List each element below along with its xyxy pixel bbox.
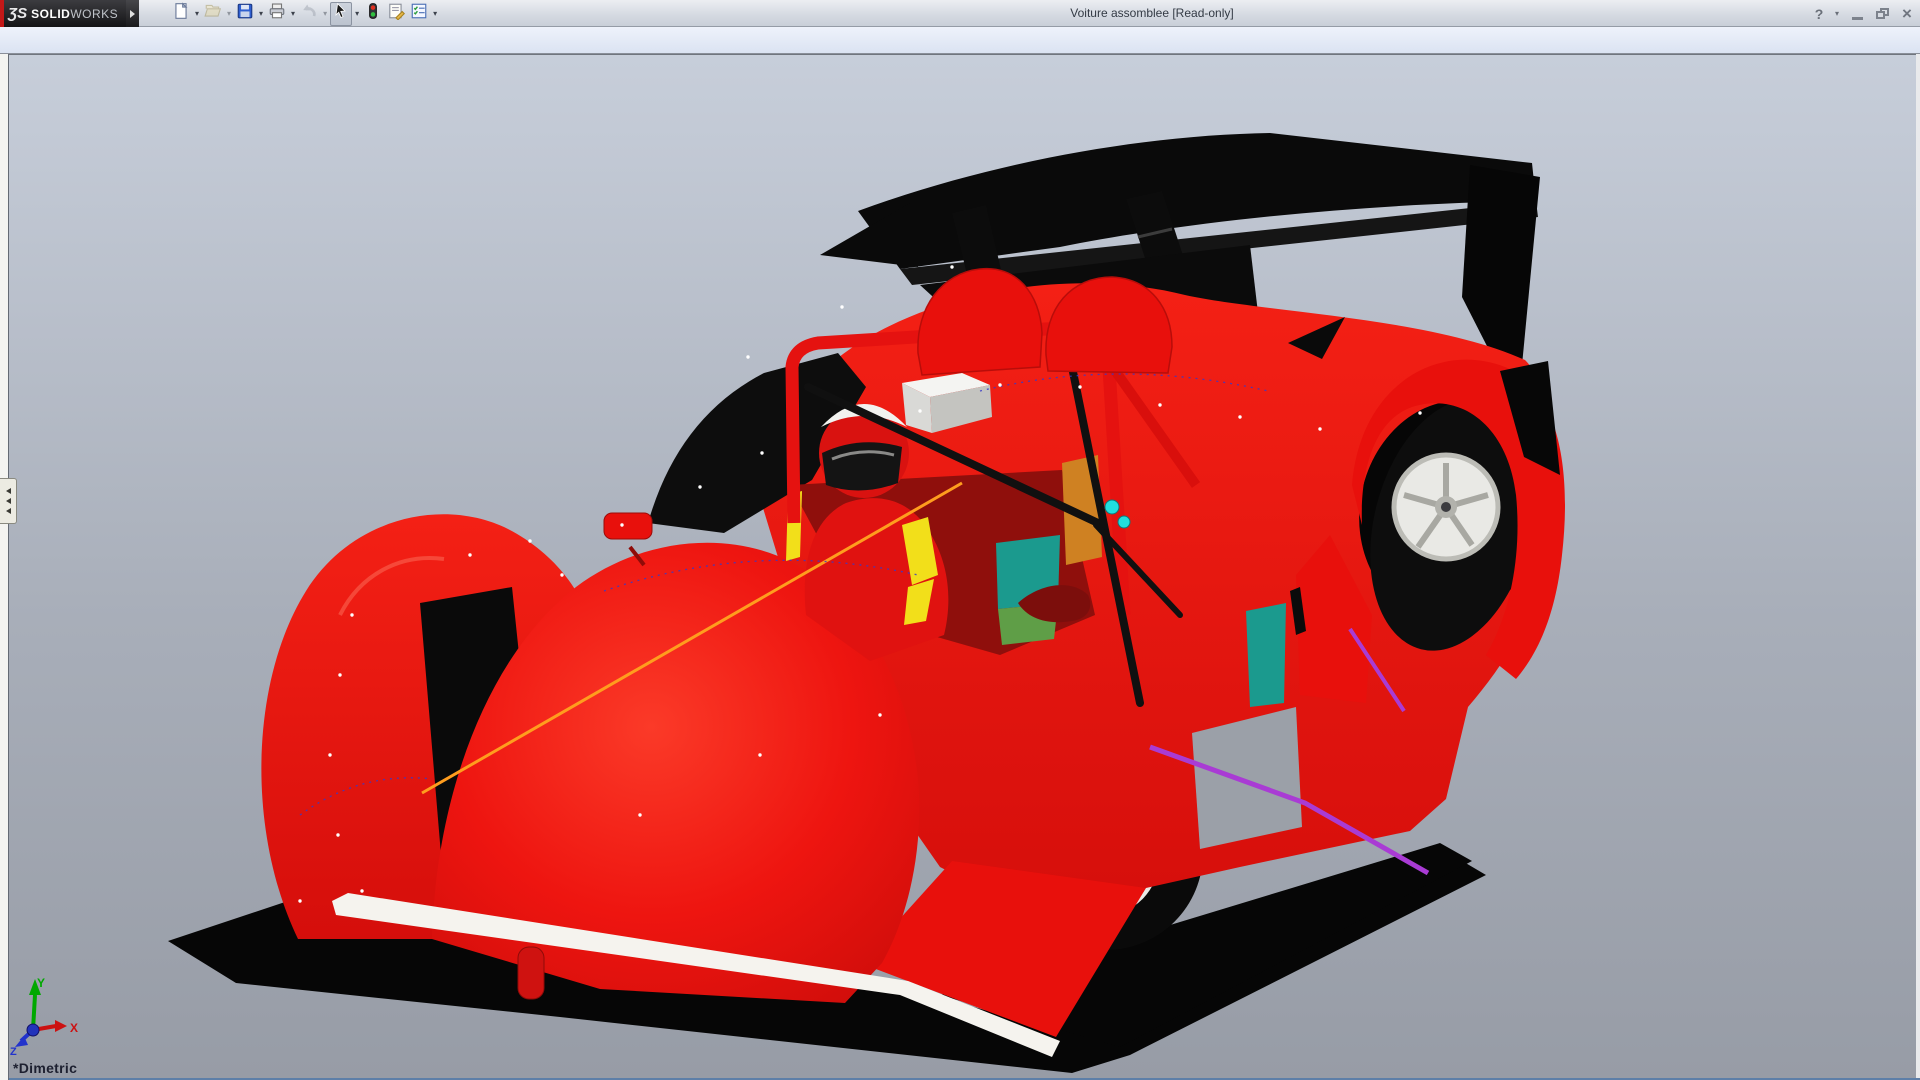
- undo-icon: [300, 2, 318, 25]
- graphics-area[interactable]: Y X Z: [0, 54, 1920, 1080]
- reference-triad: Y X Z: [10, 976, 78, 1058]
- print-icon: [268, 2, 286, 25]
- file-properties-icon: [387, 2, 405, 25]
- open-icon: [204, 2, 222, 25]
- right-window-border: [1916, 54, 1920, 1080]
- minimize-button[interactable]: [1848, 4, 1866, 24]
- view-orientation-label: *Dimetric: [13, 1060, 77, 1076]
- solidworks-logo-text-light: WORKS: [70, 7, 118, 21]
- menu-flyout-arrow-icon[interactable]: [126, 0, 139, 27]
- triad-z-label: Z: [10, 1046, 17, 1058]
- mirror-lens: [1105, 500, 1119, 514]
- open-button[interactable]: [202, 2, 224, 26]
- 3d-scene[interactable]: Y X Z: [0, 55, 1920, 1080]
- file-properties-button[interactable]: [385, 2, 407, 26]
- toolbar-row: ▾▾▾▾▾: [0, 27, 1920, 54]
- new-document-button[interactable]: [170, 2, 192, 26]
- window-controls: ? ▾ ×: [1812, 0, 1916, 27]
- new-document-icon: [172, 2, 190, 25]
- solidworks-logo-mark: ƷS: [8, 5, 27, 22]
- rebuild-icon: [364, 2, 382, 25]
- save-dropdown-icon[interactable]: ▾: [257, 2, 265, 26]
- tow-hook: [518, 947, 544, 999]
- logo-red-strip: [0, 0, 4, 27]
- left-window-border: [0, 54, 9, 1080]
- help-icon[interactable]: ?: [1812, 4, 1826, 24]
- save-button[interactable]: [234, 2, 256, 26]
- restore-button[interactable]: [1873, 4, 1891, 24]
- select-dropdown-icon[interactable]: ▾: [353, 2, 361, 26]
- help-dropdown-icon[interactable]: ▾: [1833, 4, 1841, 24]
- feature-pane-collapse-tab[interactable]: [0, 478, 17, 524]
- open-dropdown-icon[interactable]: ▾: [225, 2, 233, 26]
- solidworks-window: ƷS SOLID WORKS ▾▾▾▾▾▾▾ Voiture assomblee…: [0, 0, 1920, 1080]
- undo-button[interactable]: [298, 2, 320, 26]
- print-button[interactable]: [266, 2, 288, 26]
- options-dropdown-icon[interactable]: ▾: [431, 2, 439, 26]
- print-dropdown-icon[interactable]: ▾: [289, 2, 297, 26]
- triad-y-label: Y: [37, 976, 45, 990]
- window-title: Voiture assomblee [Read-only]: [1070, 0, 1233, 26]
- standard-toolbar: ▾ ▾ ▾ ▾ ▾ ▾ ▾: [170, 0, 439, 27]
- race-car-model[interactable]: [168, 133, 1565, 1073]
- close-button[interactable]: ×: [1898, 4, 1916, 24]
- solidworks-logo-text-bold: SOLID: [31, 7, 70, 21]
- undo-dropdown-icon[interactable]: ▾: [321, 2, 329, 26]
- options-button[interactable]: [408, 2, 430, 26]
- helmet-visor: [822, 442, 902, 490]
- options-icon: [410, 2, 428, 25]
- rebuild-button[interactable]: [362, 2, 384, 26]
- new-document-dropdown-icon[interactable]: ▾: [193, 2, 201, 26]
- save-icon: [236, 2, 254, 25]
- select-button[interactable]: [330, 2, 352, 26]
- sidepod-panel: [1246, 603, 1286, 707]
- select-icon: [332, 2, 350, 25]
- solidworks-logo[interactable]: ƷS SOLID WORKS: [0, 0, 126, 27]
- title-bar: ƷS SOLID WORKS ▾ ▾ ▾ ▾ ▾ ▾ ▾ Voiture assomblee…: [0, 0, 1920, 27]
- triad-x-label: X: [70, 1021, 78, 1035]
